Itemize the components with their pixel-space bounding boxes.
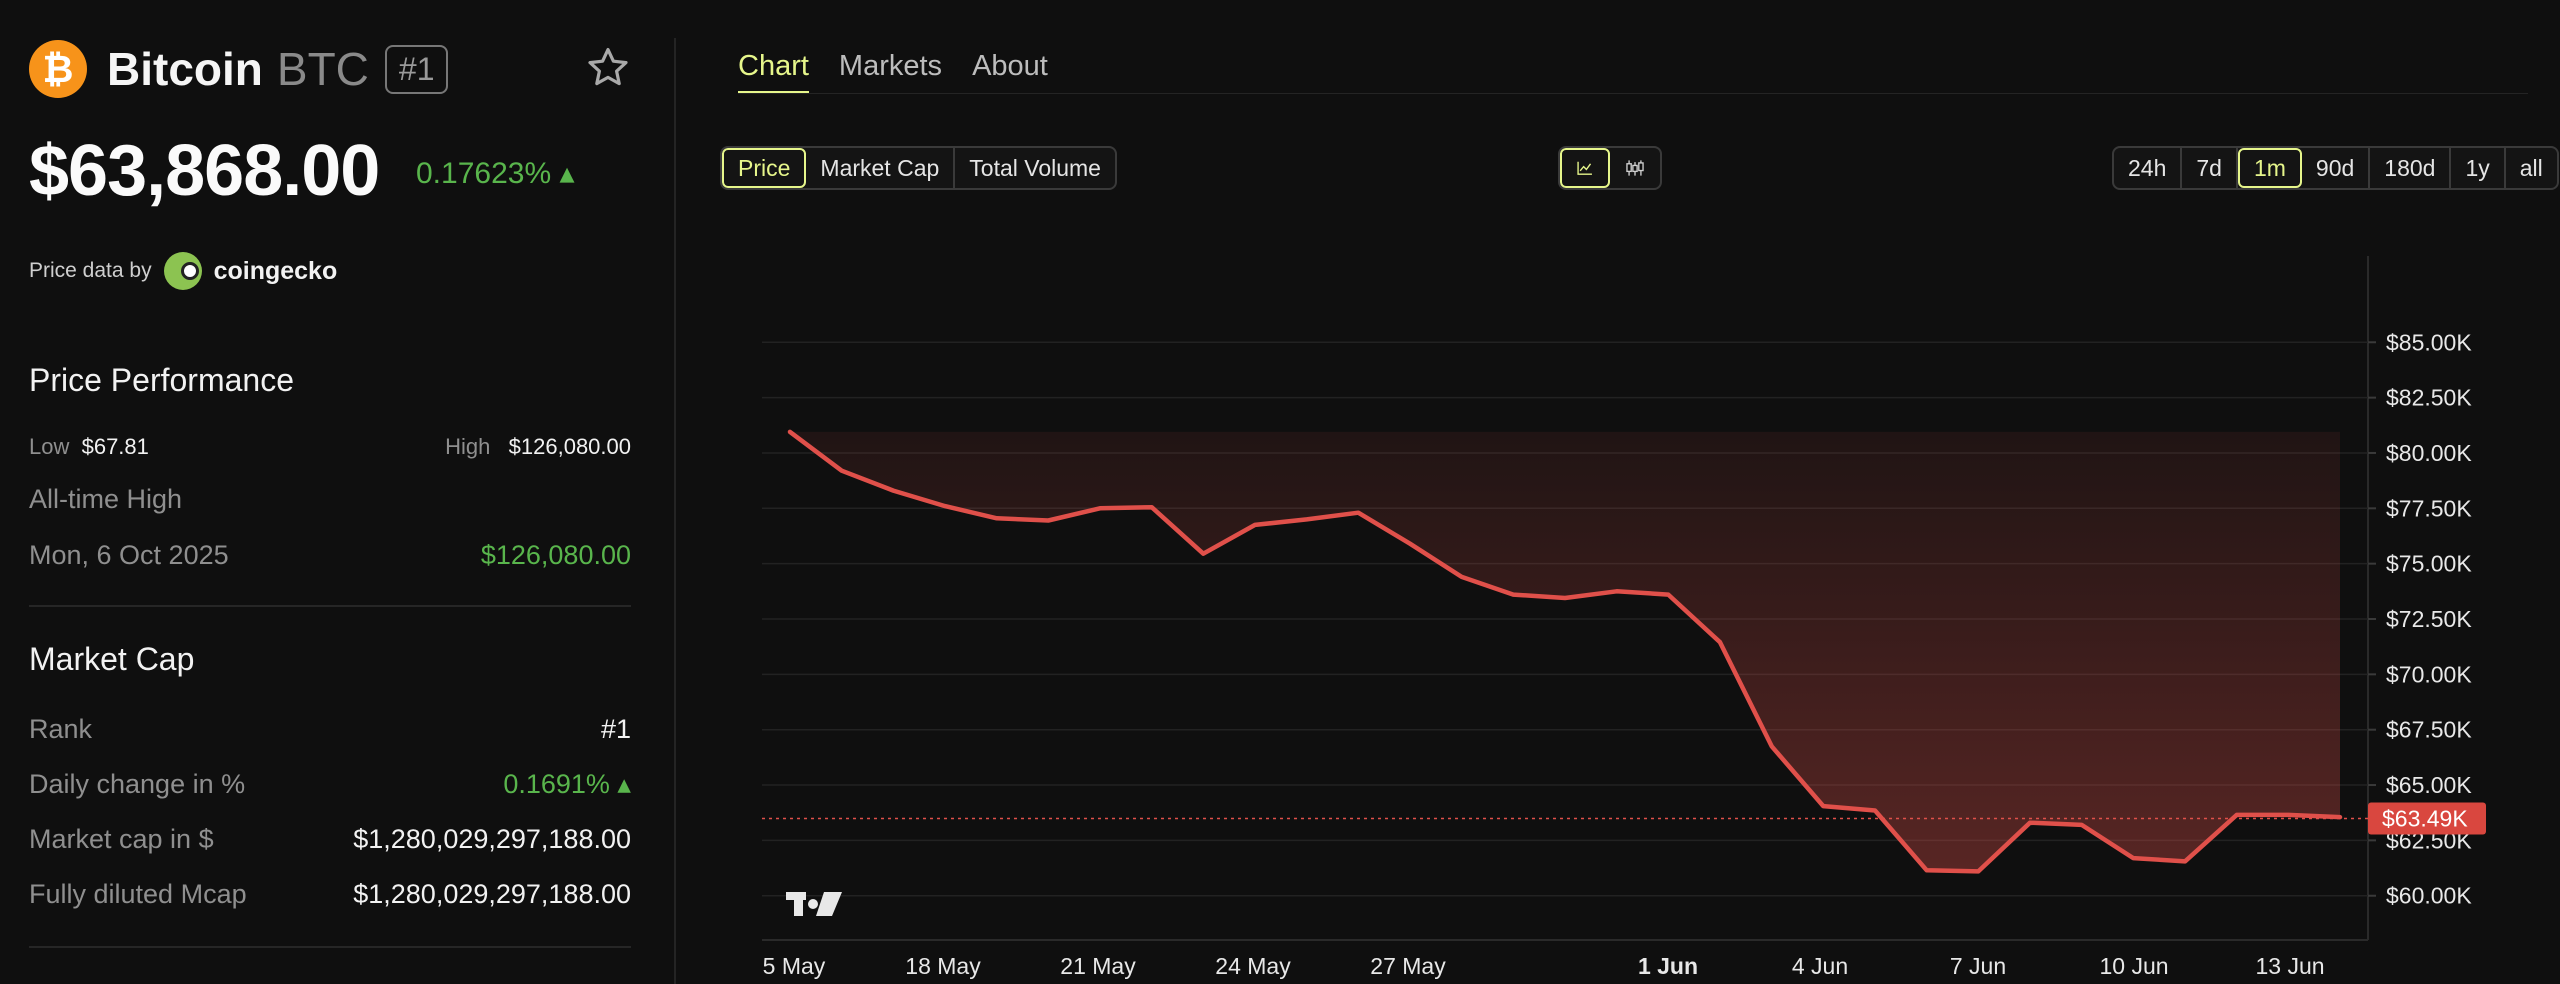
range-1m[interactable]: 1m (2237, 148, 2302, 188)
stat-label: Daily change in % (29, 769, 246, 799)
high-value: $126,080.00 (508, 434, 631, 459)
y-tick-label: $82.50K (2386, 385, 2472, 411)
y-tick-label: $65.00K (2386, 772, 2472, 798)
price-data-attribution[interactable]: Price data by coingecko (29, 252, 337, 290)
range-180d[interactable]: 180d (2370, 148, 2452, 188)
coin-info-panel: ₿ Bitcoin BTC #1 $63,868.00 0.17623% ▴ P… (0, 0, 674, 984)
x-tick-label: 13 Jun (2255, 953, 2324, 979)
low-value: $67.81 (81, 434, 149, 459)
stat-value: $1,280,029,297,188.00 (353, 824, 631, 854)
tab-markets[interactable]: Markets (839, 50, 942, 94)
tab-about[interactable]: About (972, 50, 1048, 94)
low-label: Low (29, 434, 70, 459)
metric-tab-total-volume[interactable]: Total Volume (955, 148, 1115, 188)
range-7d[interactable]: 7d (2182, 148, 2238, 188)
low-high-row: Low $67.81 High $126,080.00 (29, 434, 631, 460)
price-chart-svg[interactable]: $85.00K $82.50K $80.00K $77.50K $75.00K $72.5… (700, 240, 2560, 984)
stat-value: 0.1691% ▴ (503, 769, 631, 799)
tab-chart[interactable]: Chart (738, 50, 809, 94)
y-tick-label: $60.00K (2386, 883, 2472, 909)
x-tick-label: 24 May (1215, 953, 1291, 979)
y-tick-label: $75.00K (2386, 551, 2472, 577)
y-tick-label: $77.50K (2386, 495, 2472, 521)
stat-row-rank: Rank #1 (29, 714, 631, 745)
metric-tab-price[interactable]: Price (722, 148, 807, 188)
panel-divider (674, 38, 676, 984)
metric-selector: Price Market Cap Total Volume (720, 146, 1117, 190)
market-cap-title: Market Cap (29, 641, 195, 677)
price-chart[interactable]: $85.00K $82.50K $80.00K $77.50K $75.00K $72.5… (700, 240, 2560, 984)
current-price: $63,868.00 (29, 131, 380, 211)
price-performance-title: Price Performance (29, 362, 294, 398)
ath-date: Mon, 6 Oct 2025 (29, 540, 229, 570)
time-range-selector: 24h 7d 1m 90d 180d 1y all (2112, 146, 2559, 190)
y-tick-label: $85.00K (2386, 329, 2472, 355)
range-90d[interactable]: 90d (2302, 148, 2371, 188)
stat-label: Rank (29, 714, 93, 744)
ath-label: All-time High (29, 484, 183, 514)
coingecko-icon (163, 252, 202, 290)
x-tick-label: 1 Jun (1638, 953, 1698, 979)
x-tick-label: 5 May (763, 953, 826, 979)
x-tick-label: 27 May (1370, 953, 1446, 979)
x-tick-label: 18 May (905, 953, 981, 979)
coin-header: ₿ Bitcoin BTC #1 (29, 40, 449, 98)
metric-tab-market-cap[interactable]: Market Cap (806, 148, 956, 188)
ath-label-row: All-time High (29, 484, 631, 515)
line-chart-icon (1577, 161, 1592, 175)
x-tick-label: 4 Jun (1792, 953, 1848, 979)
x-tick-label: 21 May (1060, 953, 1136, 979)
x-tick-label: 7 Jun (1950, 953, 2006, 979)
star-icon[interactable] (584, 44, 632, 92)
price-data-label: Price data by (29, 259, 152, 282)
y-tick-label: $70.00K (2386, 661, 2472, 687)
divider (29, 605, 631, 607)
coin-name: Bitcoin (107, 43, 263, 95)
ath-value: $126,080.00 (480, 540, 631, 570)
range-24h[interactable]: 24h (2114, 148, 2183, 188)
chart-type-selector (1558, 146, 1662, 190)
rank-badge: #1 (384, 44, 449, 94)
divider (29, 946, 631, 948)
stat-label: Fully diluted Mcap (29, 879, 247, 909)
candlestick-icon (1626, 160, 1644, 176)
x-tick-label: 10 Jun (2099, 953, 2168, 979)
provider-name: coingecko (213, 256, 338, 285)
y-tick-label: $67.50K (2386, 717, 2472, 743)
y-tick-label: $80.00K (2386, 440, 2472, 466)
ath-row: Mon, 6 Oct 2025 $126,080.00 (29, 540, 631, 571)
stat-value: #1 (600, 714, 631, 744)
line-chart-button[interactable] (1560, 148, 1610, 188)
current-price-label: $63.49K (2382, 805, 2468, 831)
coin-symbol: BTC (276, 43, 369, 95)
tabs-underline (738, 93, 2528, 94)
y-tick-label: $72.50K (2386, 606, 2472, 632)
range-1y[interactable]: 1y (2451, 148, 2506, 188)
stat-value: $1,280,029,297,188.00 (353, 879, 631, 909)
main-tabs: Chart Markets About (738, 50, 1048, 94)
range-all[interactable]: all (2506, 148, 2557, 188)
stat-row-market-cap: Market cap in $ $1,280,029,297,188.00 (29, 824, 631, 855)
stat-row-fdv: Fully diluted Mcap $1,280,029,297,188.00 (29, 879, 631, 910)
bitcoin-icon: ₿ (29, 40, 87, 98)
stat-row-daily-change: Daily change in % 0.1691% ▴ (29, 769, 631, 800)
stat-label: Market cap in $ (29, 824, 214, 854)
high-label: High (445, 434, 491, 459)
price-change-percent: 0.17623% ▴ (416, 157, 575, 190)
candlestick-button[interactable] (1610, 148, 1660, 188)
